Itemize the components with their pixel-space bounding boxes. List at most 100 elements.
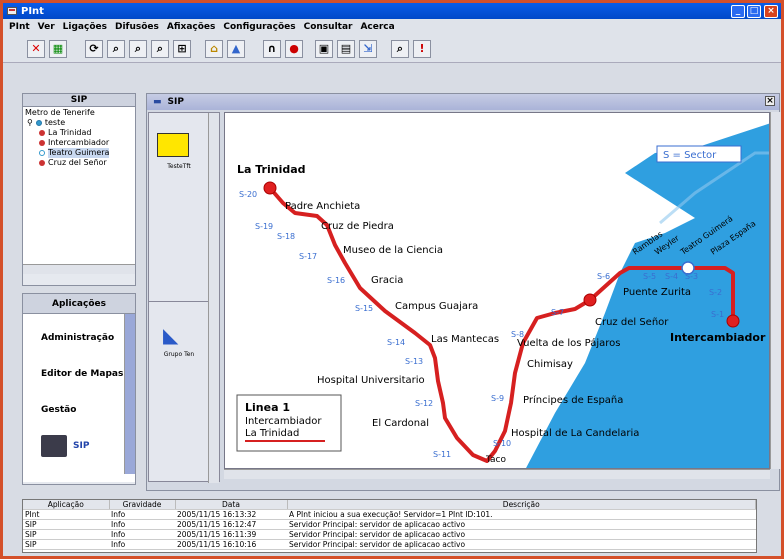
stop-la-trinidad[interactable] bbox=[263, 181, 277, 195]
sector-s3: S-3 bbox=[685, 272, 698, 281]
headset-icon[interactable]: ∩ bbox=[263, 40, 281, 58]
sector-legend: S = Sector bbox=[663, 150, 717, 161]
line-legend-to: La Trinidad bbox=[245, 428, 299, 439]
home-icon[interactable]: ⌂ bbox=[205, 40, 223, 58]
zoom-out-icon[interactable]: ⌕ bbox=[151, 40, 169, 58]
sector-s7: S-7 bbox=[551, 308, 564, 317]
group-icon[interactable]: ◣ bbox=[163, 325, 185, 345]
sector-s10: S-10 bbox=[493, 439, 511, 448]
app-gestao[interactable]: Gestão bbox=[23, 392, 135, 428]
menu-ligacoes[interactable]: Ligações bbox=[63, 22, 107, 32]
screen-thumb-icon[interactable] bbox=[157, 133, 189, 157]
app-administracao[interactable]: Administração bbox=[23, 320, 135, 356]
refresh-icon[interactable]: ⟳ bbox=[85, 40, 103, 58]
label-cruz-de-piedra: Cruz de Piedra bbox=[321, 221, 394, 232]
apps-header: Aplicações bbox=[23, 294, 135, 314]
table-row[interactable]: PInt Info 2005/11/15 16:13:32 A PInt inicio… bbox=[23, 509, 756, 520]
toolbar: ✕ ▦ ⟳ ⌕ ⌕ ⌕ ⊞ ⌂ ▲ ∩ ● ▣ ▤ ⇲ ⌕ ! bbox=[3, 35, 781, 63]
sector-s1: S-1 bbox=[711, 310, 724, 319]
thumb-column: TesteTft ◣ Grupo Ten bbox=[148, 112, 220, 483]
tree-hscroll[interactable] bbox=[23, 264, 135, 274]
menu-configuracoes[interactable]: Configurações bbox=[223, 22, 295, 32]
close-button[interactable]: × bbox=[764, 5, 778, 18]
menu-pint[interactable]: PInt bbox=[9, 22, 30, 32]
label-intercambiador: Intercambiador bbox=[670, 331, 766, 344]
doc-titlebar: ▬ SIP × bbox=[147, 94, 779, 110]
menu-consultar[interactable]: Consultar bbox=[304, 22, 353, 32]
thumb-divider bbox=[149, 301, 209, 302]
table-row[interactable]: SIP Info 2005/11/15 16:10:16 Servidor Princ… bbox=[23, 539, 756, 550]
label-las-mantecas: Las Mantecas bbox=[431, 334, 499, 345]
app-icon bbox=[7, 7, 17, 15]
app-sip[interactable]: SIP bbox=[23, 428, 135, 464]
clipboard-icon[interactable]: ▣ bbox=[315, 40, 333, 58]
sector-s12: S-12 bbox=[415, 399, 433, 408]
menu-difusoes[interactable]: Difusões bbox=[115, 22, 159, 32]
maximize-button[interactable]: □ bbox=[747, 5, 761, 18]
label-principes: Príncipes de España bbox=[523, 394, 623, 406]
menu-bar: PInt Ver Ligações Difusões Afixações Con… bbox=[3, 19, 781, 35]
grid-icon[interactable]: ▦ bbox=[49, 40, 67, 58]
label-chimisay: Chimisay bbox=[527, 359, 573, 370]
doc-title: SIP bbox=[167, 97, 184, 107]
search-icon[interactable]: ⌕ bbox=[391, 40, 409, 58]
zoom-in-icon[interactable]: ⌕ bbox=[129, 40, 147, 58]
up-arrow-icon[interactable]: ▲ bbox=[227, 40, 245, 58]
tree-root[interactable]: Metro de Tenerife bbox=[25, 108, 133, 118]
label-campus: Campus Guajara bbox=[395, 301, 478, 312]
import-icon[interactable]: ⇲ bbox=[359, 40, 377, 58]
apps-vscroll[interactable] bbox=[124, 314, 135, 474]
label-padre-anchieta: Padre Anchieta bbox=[285, 201, 360, 212]
tree-item-la-trinidad[interactable]: La Trinidad bbox=[25, 128, 133, 138]
col-aplicacao[interactable]: Aplicação bbox=[23, 500, 110, 510]
tree-panel: SIP Metro de Tenerife ⚲ teste La Trinidad… bbox=[22, 93, 136, 286]
screen-icon[interactable]: ▤ bbox=[337, 40, 355, 58]
tree-item-intercambiador[interactable]: Intercambiador bbox=[25, 138, 133, 148]
sector-s8: S-8 bbox=[511, 330, 524, 339]
label-hospital-universitario: Hospital Universitario bbox=[317, 375, 425, 386]
map-vscroll[interactable] bbox=[770, 112, 781, 469]
sector-s6: S-6 bbox=[597, 272, 610, 281]
sector-s18: S-18 bbox=[277, 232, 295, 241]
stop-cruz-del-senor[interactable] bbox=[583, 293, 597, 307]
apps-panel: Aplicações Administração Editor de Mapas… bbox=[22, 293, 136, 485]
col-gravidade[interactable]: Gravidade bbox=[109, 500, 176, 510]
alert-icon[interactable]: ! bbox=[413, 40, 431, 58]
label-el-cardonal: El Cardonal bbox=[372, 418, 429, 429]
label-la-trinidad: La Trinidad bbox=[237, 163, 306, 176]
thumb-vscroll[interactable] bbox=[208, 113, 219, 483]
map-hscroll[interactable] bbox=[224, 469, 770, 479]
zoom-icon[interactable]: ⌕ bbox=[107, 40, 125, 58]
table-row[interactable]: SIP Info 2005/11/15 16:12:47 Servidor Princ… bbox=[23, 519, 756, 530]
menu-acerca[interactable]: Acerca bbox=[360, 22, 394, 32]
table-row[interactable]: SIP Info 2005/11/15 16:11:39 Servidor Princ… bbox=[23, 529, 756, 540]
log-panel: Aplicação Gravidade Data Descrição PInt I… bbox=[22, 499, 757, 553]
fit-icon[interactable]: ⊞ bbox=[173, 40, 191, 58]
app-editor-mapas[interactable]: Editor de Mapas bbox=[23, 356, 135, 392]
sector-s13: S-13 bbox=[405, 357, 423, 366]
close-x-icon[interactable]: ✕ bbox=[27, 40, 45, 58]
doc-close-button[interactable]: × bbox=[765, 96, 775, 106]
sector-s19: S-19 bbox=[255, 222, 273, 231]
tree-header: SIP bbox=[23, 94, 135, 107]
stop-intercambiador[interactable] bbox=[726, 314, 740, 328]
minimize-button[interactable]: _ bbox=[731, 5, 745, 18]
menu-ver[interactable]: Ver bbox=[38, 22, 55, 32]
sector-s14: S-14 bbox=[387, 338, 405, 347]
tree-item-cruz-del-senor[interactable]: Cruz del Señor bbox=[25, 158, 133, 168]
line-legend-title: Linea 1 bbox=[245, 401, 290, 414]
col-data[interactable]: Data bbox=[175, 500, 288, 510]
sector-s5: S-5 bbox=[643, 272, 656, 281]
sector-s20: S-20 bbox=[239, 190, 257, 199]
sector-s9: S-9 bbox=[491, 394, 504, 403]
sector-s2: S-2 bbox=[709, 288, 722, 297]
tree-item-teatro-guimera[interactable]: Teatro Guimera bbox=[25, 148, 133, 158]
label-puente-zurita: Puente Zurita bbox=[623, 287, 691, 298]
col-descricao[interactable]: Descrição bbox=[287, 500, 756, 510]
metro-map[interactable]: S = Sector La Trinidad S-20 Padre Anchie… bbox=[224, 112, 770, 469]
record-icon[interactable]: ● bbox=[285, 40, 303, 58]
sector-s17: S-17 bbox=[299, 252, 317, 261]
menu-afixacoes[interactable]: Afixações bbox=[167, 22, 216, 32]
tree-node-teste[interactable]: ⚲ teste bbox=[25, 118, 133, 128]
log-table: Aplicação Gravidade Data Descrição PInt I… bbox=[23, 500, 756, 550]
